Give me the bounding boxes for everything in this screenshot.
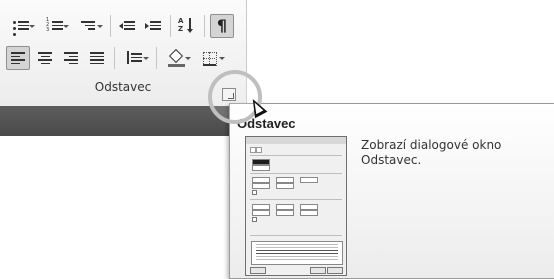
mini-row (252, 183, 300, 189)
decrease-indent-icon (119, 18, 135, 34)
ribbon-separator (170, 15, 171, 37)
numbering-button[interactable]: 123 (40, 15, 70, 37)
paragraph-dialog-preview (245, 136, 347, 276)
align-right-button[interactable] (60, 47, 82, 69)
mini-divider (250, 155, 342, 156)
multilevel-list-icon (79, 18, 99, 34)
borders-button[interactable] (196, 47, 226, 69)
align-left-button[interactable] (6, 46, 30, 70)
mini-dialog-tab (256, 147, 262, 153)
sort-icon: AZ (178, 17, 196, 35)
tooltip-description: Zobrazí dialogové okno Odstavec. (361, 138, 502, 167)
decrease-indent-button[interactable] (116, 15, 138, 37)
mini-button (327, 267, 343, 274)
mini-divider (250, 173, 342, 174)
mini-row (252, 210, 324, 216)
ribbon-row-lists: 123 AZ ¶ (6, 14, 238, 38)
mini-divider (250, 199, 342, 200)
ribbon-separator (204, 15, 205, 37)
increase-indent-icon (145, 18, 161, 34)
multilevel-list-button[interactable] (74, 15, 104, 37)
ribbon-separator (110, 15, 111, 37)
show-formatting-marks-button[interactable]: ¶ (210, 14, 234, 38)
line-spacing-button[interactable] (120, 47, 150, 69)
bullets-icon (11, 18, 31, 36)
show-formatting-marks-icon: ¶ (216, 16, 228, 35)
ribbon-separator (156, 47, 157, 69)
align-right-icon (64, 50, 78, 66)
mini-row (252, 165, 276, 171)
ribbon-separator (114, 47, 115, 69)
justify-button[interactable] (86, 47, 108, 69)
shading-icon (167, 48, 187, 67)
bullets-button[interactable] (6, 15, 36, 37)
mini-divider (250, 235, 342, 236)
mini-row (252, 217, 257, 222)
justify-icon (90, 50, 104, 66)
mini-button (250, 267, 266, 274)
align-left-icon (11, 50, 25, 66)
tooltip: Odstavec Zobrazí dialogové okno Odstavec… (229, 103, 554, 279)
center-button[interactable] (34, 47, 56, 69)
shading-button[interactable] (162, 47, 192, 69)
increase-indent-button[interactable] (142, 15, 164, 37)
line-spacing-icon (125, 50, 145, 66)
center-icon (38, 50, 52, 66)
mini-dialog-titlebar (246, 137, 346, 144)
sort-button[interactable]: AZ (176, 15, 198, 37)
mini-preview-box (251, 241, 343, 265)
borders-icon (201, 50, 221, 66)
ribbon-row-alignment (6, 46, 230, 70)
mini-button (310, 267, 326, 274)
numbering-icon: 123 (45, 18, 65, 34)
mini-row (252, 190, 257, 195)
mini-dialog-tabs (250, 147, 262, 153)
